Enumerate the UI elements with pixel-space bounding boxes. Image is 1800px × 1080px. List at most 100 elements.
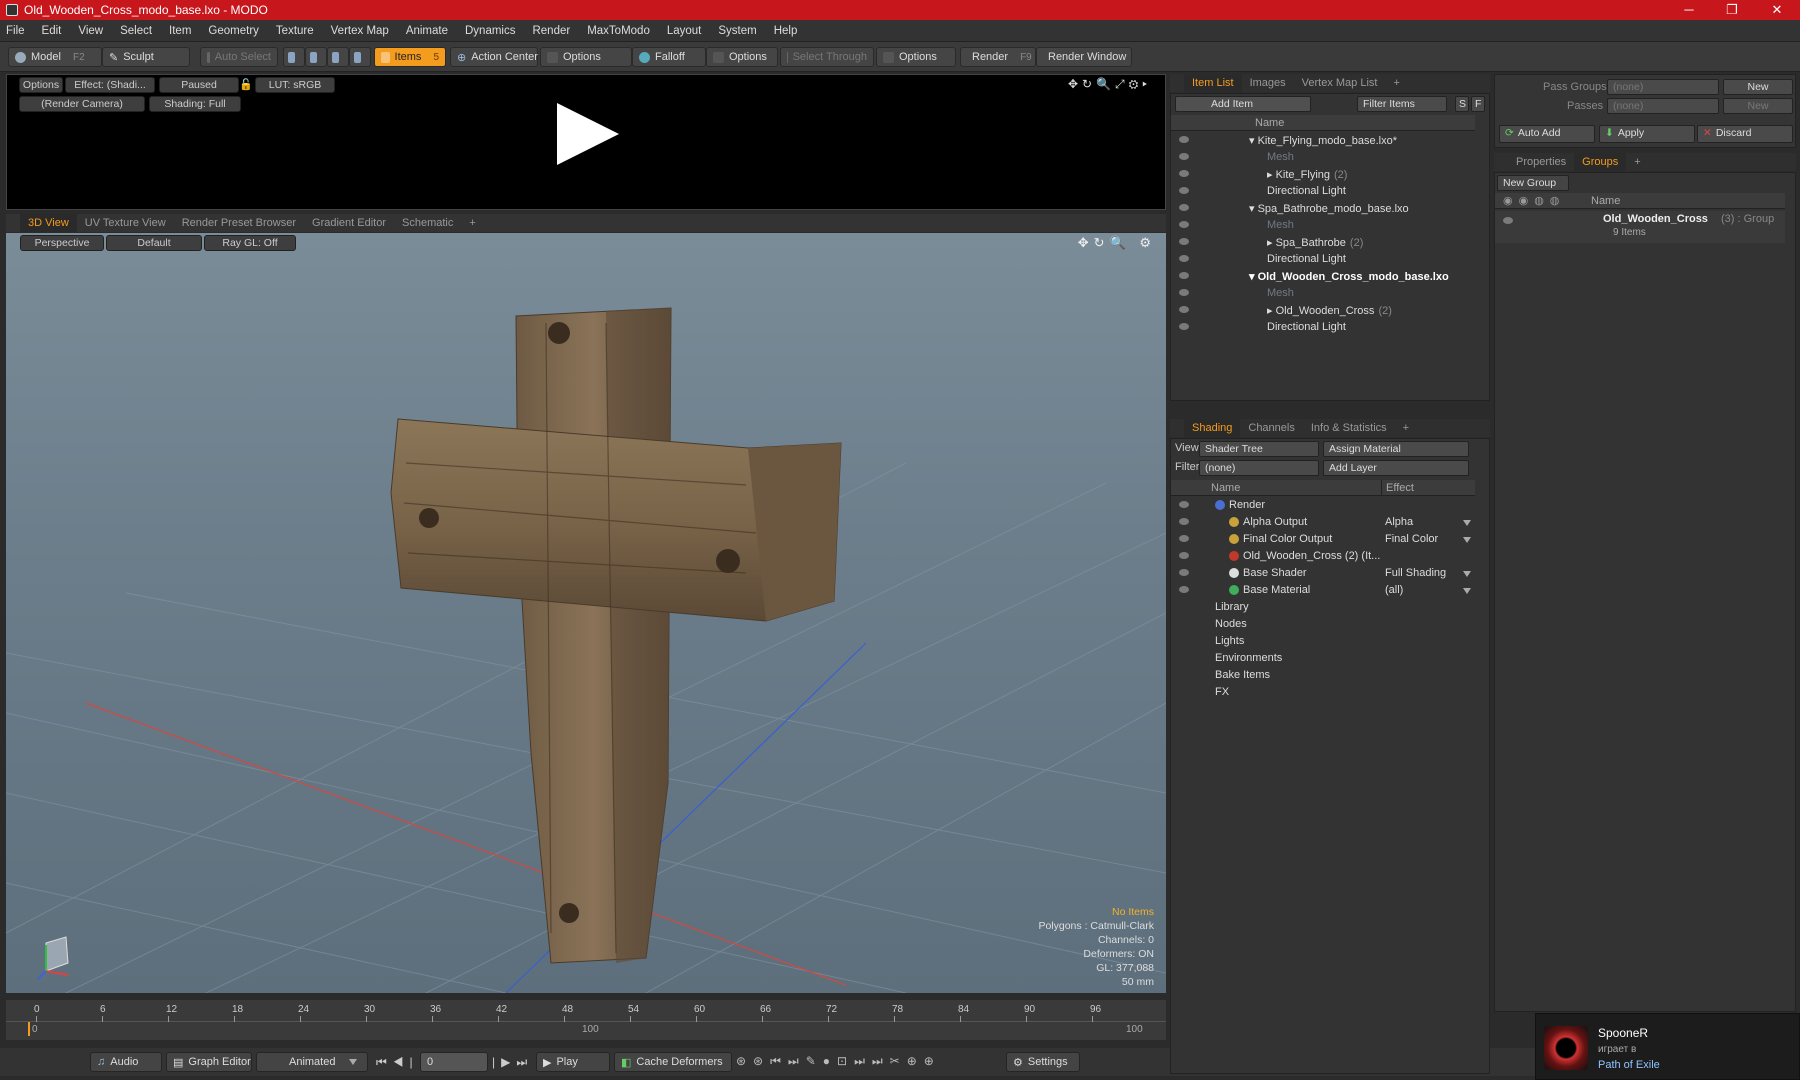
model-mode-button[interactable]: Model F2 xyxy=(8,47,102,67)
minimize-button[interactable]: ─ xyxy=(1666,0,1712,20)
preview-camera-dropdown[interactable]: (Render Camera) xyxy=(19,96,145,112)
raygl-toggle[interactable]: Ray GL: Off xyxy=(204,235,296,251)
timeline-ruler[interactable]: 0 6 12 18 24 30 36 42 48 54 60 66 72 78 84 90 96 xyxy=(6,1000,1166,1022)
pass-groups-dropdown[interactable]: (none) xyxy=(1607,79,1719,95)
item-list-row[interactable]: ▸ Spa_Bathrobe (2) xyxy=(1171,234,1475,251)
layer-effect[interactable]: Full Shading xyxy=(1385,567,1446,579)
render-window-button[interactable]: Render Window xyxy=(1036,47,1132,67)
shader-tree-row[interactable]: FX xyxy=(1171,684,1475,701)
eye-icon[interactable] xyxy=(1179,289,1189,296)
menu-maxtomodo[interactable]: MaxToModo xyxy=(587,25,650,37)
shader-tree-row[interactable]: Nodes xyxy=(1171,616,1475,633)
item-list-row[interactable]: ▸ Old_Wooden_Cross (2) xyxy=(1171,302,1475,319)
layer-effect[interactable]: (all) xyxy=(1385,584,1403,596)
play-button[interactable]: ▶ Play xyxy=(536,1052,610,1072)
tab-render-preset-browser[interactable]: Render Preset Browser xyxy=(174,214,304,232)
view-dropdown[interactable]: Shader Tree xyxy=(1199,441,1319,457)
tab-shading[interactable]: Shading xyxy=(1184,419,1241,437)
lock-icon[interactable]: 🔓 xyxy=(239,78,253,92)
tab-images[interactable]: Images xyxy=(1242,74,1294,92)
preview-nav-icons[interactable]: ✥↻🔍⤢⚙▸ xyxy=(1068,77,1151,92)
search-s-button[interactable]: S xyxy=(1455,96,1469,112)
filter-dropdown[interactable]: (none) xyxy=(1199,460,1319,476)
tab-uv-texture-view[interactable]: UV Texture View xyxy=(77,214,174,232)
search-f-button[interactable]: F xyxy=(1471,96,1485,112)
shader-tree-row[interactable]: Render xyxy=(1171,497,1475,514)
item-list-row[interactable]: Mesh xyxy=(1171,217,1475,234)
shader-tree-row[interactable]: Lights xyxy=(1171,633,1475,650)
action-center-options-button[interactable]: Options xyxy=(540,47,632,67)
viewport-nav-icons[interactable]: ✥↻🔍 ⚙ xyxy=(1078,235,1156,251)
menu-help[interactable]: Help xyxy=(774,25,798,37)
tab-properties[interactable]: Properties xyxy=(1508,153,1574,171)
maximize-button[interactable]: ❐ xyxy=(1709,0,1755,20)
timeline[interactable]: 0 6 12 18 24 30 36 42 48 54 60 66 72 78 84 90 96 0 100 1… xyxy=(6,1000,1166,1040)
eye-icon[interactable] xyxy=(1179,306,1189,313)
tab-schematic[interactable]: Schematic xyxy=(394,214,461,232)
keyframe-tools[interactable]: ⊛⊛⏮⏭✎●⊡⏭⏭✂⊕⊕ xyxy=(736,1054,941,1069)
menu-texture[interactable]: Texture xyxy=(276,25,314,37)
sculpt-mode-button[interactable]: ✎ Sculpt xyxy=(102,47,190,67)
add-tab-icon[interactable]: + xyxy=(1626,153,1648,171)
item-list-row[interactable]: ▾ Spa_Bathrobe_modo_base.lxo xyxy=(1171,200,1475,217)
tab-vertex-map-list[interactable]: Vertex Map List xyxy=(1294,74,1386,92)
eye-icon[interactable] xyxy=(1179,204,1189,211)
perspective-dropdown[interactable]: Perspective xyxy=(20,235,104,251)
notification-toast[interactable]: SpooneR играет в Path of Exile xyxy=(1535,1013,1800,1080)
preview-paused-toggle[interactable]: Paused xyxy=(159,77,239,93)
edges-mode-button[interactable] xyxy=(305,47,327,67)
auto-select-button[interactable]: Auto Select xyxy=(200,47,278,67)
discard-button[interactable]: ✕ Discard xyxy=(1697,125,1793,143)
new-pass-group-button[interactable]: New xyxy=(1723,79,1793,95)
shader-tree-row[interactable]: Old_Wooden_Cross (2) (It... xyxy=(1171,548,1475,565)
eye-icon[interactable] xyxy=(1179,535,1189,542)
falloff-options-button[interactable]: Options xyxy=(706,47,778,67)
item-list-row[interactable]: Directional Light xyxy=(1171,183,1475,200)
3d-viewport[interactable]: Perspective Default Ray GL: Off ✥↻🔍 ⚙ No… xyxy=(6,233,1166,993)
items-mode-button[interactable]: Items 5 xyxy=(374,47,446,67)
chevron-down-icon[interactable] xyxy=(1463,571,1471,577)
item-list-row[interactable]: Mesh xyxy=(1171,285,1475,302)
item-list-row[interactable]: ▾ Old_Wooden_Cross_modo_base.lxo xyxy=(1171,268,1475,285)
item-list-row[interactable]: ▸ Kite_Flying (2) xyxy=(1171,166,1475,183)
step-back-controls[interactable]: ⏮◀| xyxy=(376,1055,419,1070)
eye-icon[interactable] xyxy=(1179,552,1189,559)
shading-style-dropdown[interactable]: Default xyxy=(106,235,202,251)
preview-lut-dropdown[interactable]: LUT: sRGB xyxy=(255,77,335,93)
tab-info-statistics[interactable]: Info & Statistics xyxy=(1303,419,1395,437)
item-list-row[interactable]: Directional Light xyxy=(1171,251,1475,268)
shader-tree-row[interactable]: Bake Items xyxy=(1171,667,1475,684)
tab-channels[interactable]: Channels xyxy=(1240,419,1302,437)
layer-effect[interactable]: Alpha xyxy=(1385,516,1413,528)
graph-editor-button[interactable]: ▤ Graph Editor xyxy=(166,1052,252,1072)
select-through-options-button[interactable]: Options xyxy=(876,47,956,67)
preview-options-button[interactable]: Options xyxy=(19,77,63,93)
animated-dropdown[interactable]: Animated xyxy=(256,1052,368,1072)
shader-tree-row[interactable]: Base Shader Full Shading xyxy=(1171,565,1475,582)
eye-icon[interactable] xyxy=(1179,187,1189,194)
eye-icon[interactable] xyxy=(1179,586,1189,593)
assign-material-button[interactable]: Assign Material xyxy=(1323,441,1469,457)
play-icon[interactable] xyxy=(557,103,619,165)
cache-deformers-button[interactable]: ◧ Cache Deformers xyxy=(614,1052,732,1072)
menu-vertex-map[interactable]: Vertex Map xyxy=(331,25,389,37)
item-list-row[interactable]: ▾ Kite_Flying_modo_base.lxo* xyxy=(1171,132,1475,149)
eye-icon[interactable] xyxy=(1179,501,1189,508)
step-forward-controls[interactable]: |▶⏭ xyxy=(492,1055,533,1070)
menu-layout[interactable]: Layout xyxy=(667,25,702,37)
tab-item-list[interactable]: Item List xyxy=(1184,74,1242,92)
item-list-row[interactable]: Mesh xyxy=(1171,149,1475,166)
materials-mode-button[interactable] xyxy=(349,47,371,67)
layer-effect[interactable]: Final Color xyxy=(1385,533,1438,545)
apply-button[interactable]: ⬇ Apply xyxy=(1599,125,1695,143)
add-tab-icon[interactable]: + xyxy=(1395,419,1417,437)
vertices-mode-button[interactable] xyxy=(283,47,305,67)
menu-system[interactable]: System xyxy=(718,25,756,37)
chevron-down-icon[interactable] xyxy=(1463,520,1471,526)
menu-file[interactable]: File xyxy=(6,25,25,37)
menu-edit[interactable]: Edit xyxy=(42,25,62,37)
auto-add-button[interactable]: ⟳ Auto Add xyxy=(1499,125,1595,143)
shader-tree-row[interactable]: Alpha Output Alpha xyxy=(1171,514,1475,531)
add-item-dropdown[interactable]: Add Item xyxy=(1175,96,1311,112)
item-list-row[interactable]: Directional Light xyxy=(1171,319,1475,336)
